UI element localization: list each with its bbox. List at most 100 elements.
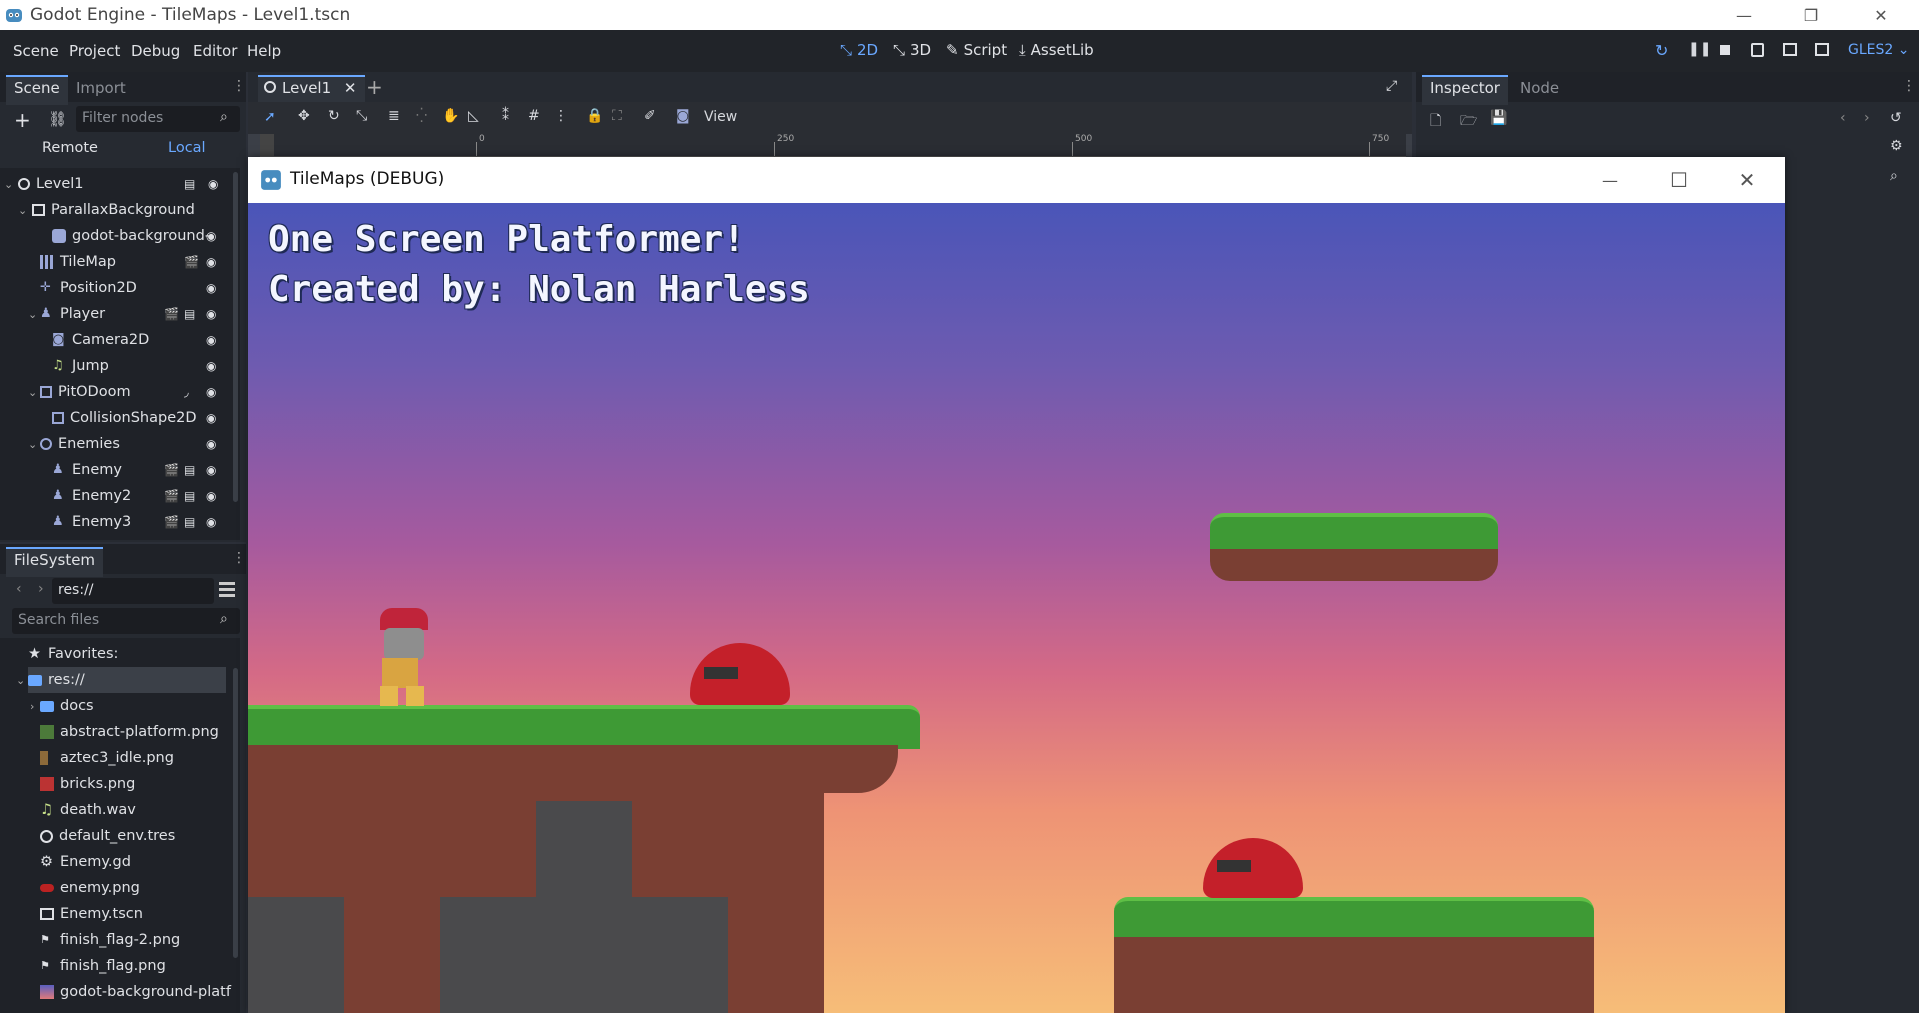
clapper-icon[interactable]: 🎬 bbox=[184, 255, 199, 269]
file-row-abstract-platform[interactable]: abstract-platform.png bbox=[40, 719, 250, 745]
close-window-button[interactable]: ✕ bbox=[1858, 0, 1904, 30]
history-icon[interactable]: ↺ bbox=[1890, 110, 1902, 126]
file-row-enemy-gd[interactable]: ⚙ Enemy.gd bbox=[40, 849, 250, 875]
menu-editor[interactable]: Editor bbox=[193, 42, 237, 60]
play-scene-icon[interactable] bbox=[1751, 43, 1764, 57]
search-icon[interactable]: ⌕ bbox=[1890, 168, 1898, 184]
path-field[interactable]: res:// bbox=[52, 578, 214, 604]
add-tab-icon[interactable]: + bbox=[366, 75, 383, 99]
select-tool-icon[interactable]: ➚ bbox=[264, 109, 276, 125]
pan-tool-icon[interactable]: ✋ bbox=[442, 108, 459, 124]
eye-icon[interactable]: ◉ bbox=[206, 437, 216, 451]
script-attached-icon[interactable]: ▤ bbox=[184, 489, 195, 503]
eye-icon[interactable]: ◉ bbox=[206, 489, 216, 503]
lock-icon[interactable]: 🔒 bbox=[586, 108, 603, 124]
tab-scene[interactable]: Scene bbox=[6, 75, 68, 105]
scene-tree-scrollbar[interactable] bbox=[233, 172, 238, 502]
file-row-enemy-tscn[interactable]: Enemy.tscn bbox=[40, 901, 250, 927]
menu-debug[interactable]: Debug bbox=[131, 42, 180, 60]
back-icon[interactable]: ‹ bbox=[1840, 110, 1846, 126]
bone-icon[interactable]: ✐ bbox=[644, 108, 656, 124]
file-tree-scrollbar[interactable] bbox=[233, 668, 238, 958]
ruler-tool-icon[interactable]: ◺ bbox=[468, 108, 479, 124]
file-row-death-wav[interactable]: ♫ death.wav bbox=[40, 797, 250, 823]
script-attached-icon[interactable]: ▤ bbox=[184, 307, 195, 321]
eye-icon[interactable]: ◉ bbox=[206, 385, 216, 399]
chevron-right-icon[interactable]: › bbox=[30, 700, 34, 713]
file-row-bricks[interactable]: bricks.png bbox=[40, 771, 250, 797]
dock-menu-icon[interactable]: ⋮ bbox=[232, 78, 246, 94]
game-canvas[interactable]: One Screen Platformer! Created by: Nolan… bbox=[248, 203, 1785, 1013]
tab-import[interactable]: Import bbox=[68, 77, 134, 99]
file-row-finish-flag-2[interactable]: ⚑ finish_flag-2.png bbox=[40, 927, 250, 953]
group-icon[interactable]: ⛶ bbox=[612, 108, 622, 124]
add-node-icon[interactable]: + bbox=[14, 108, 31, 132]
clapper-icon[interactable]: 🎬 bbox=[164, 463, 179, 477]
scale-tool-icon[interactable]: ⤡ bbox=[356, 108, 367, 124]
search-files-input[interactable]: Search files ⌕ bbox=[12, 608, 240, 634]
link-icon[interactable]: ⛓ bbox=[48, 110, 67, 128]
pivot-tool-icon[interactable]: ⁛ bbox=[416, 108, 427, 124]
menu-project[interactable]: Project bbox=[69, 42, 120, 60]
grid-snap-icon[interactable]: # bbox=[528, 108, 540, 124]
tab-level1[interactable]: Level1 ✕ bbox=[258, 75, 365, 105]
more-options-icon[interactable]: ⋮ bbox=[554, 108, 568, 124]
close-tab-icon[interactable]: ✕ bbox=[344, 79, 357, 97]
restore-button[interactable]: ❐ bbox=[1788, 0, 1834, 30]
chevron-down-icon[interactable]: ⌄ bbox=[16, 674, 25, 687]
new-resource-icon[interactable]: 🗋 bbox=[1430, 110, 1441, 134]
debug-minimize-button[interactable]: — bbox=[1587, 165, 1633, 195]
file-row-aztec3-idle[interactable]: aztec3_idle.png bbox=[40, 745, 250, 771]
file-row-default-env[interactable]: default_env.tres bbox=[40, 823, 250, 849]
camera-override-icon[interactable]: ◙ bbox=[676, 108, 690, 124]
smart-snap-icon[interactable]: ⁑ bbox=[502, 108, 509, 124]
eye-icon[interactable]: ◉ bbox=[206, 411, 216, 425]
eye-icon[interactable]: ◉ bbox=[206, 359, 216, 373]
minimize-button[interactable]: — bbox=[1721, 0, 1767, 30]
workspace-script-button[interactable]: ✎ Script bbox=[946, 41, 1007, 59]
local-button[interactable]: Local bbox=[168, 140, 206, 156]
open-folder-icon[interactable]: 🗁 bbox=[1460, 110, 1477, 134]
menu-help[interactable]: Help bbox=[247, 42, 281, 60]
movie-icon[interactable] bbox=[1815, 43, 1829, 56]
workspace-2d-button[interactable]: ⤡ 2D bbox=[840, 41, 878, 59]
eye-icon[interactable]: ◉ bbox=[206, 333, 216, 347]
rotate-tool-icon[interactable]: ↻ bbox=[328, 108, 340, 124]
file-row-enemy-png[interactable]: enemy.png bbox=[40, 875, 250, 901]
tab-node[interactable]: Node bbox=[1512, 77, 1567, 99]
move-tool-icon[interactable]: ✥ bbox=[298, 108, 310, 124]
favorites-row[interactable]: ★ Favorites: bbox=[28, 641, 238, 667]
remote-button[interactable]: Remote bbox=[42, 140, 98, 156]
file-row-finish-flag[interactable]: ⚑ finish_flag.png bbox=[40, 953, 250, 979]
workspace-3d-button[interactable]: ⤡ 3D bbox=[893, 41, 931, 59]
play-custom-icon[interactable] bbox=[1783, 43, 1797, 56]
chevron-down-icon[interactable]: ⌄ bbox=[18, 204, 27, 217]
tree-node-level1[interactable]: ⌄ Level1 ▤ ◉ bbox=[4, 171, 248, 197]
list-select-icon[interactable]: ≣ bbox=[388, 108, 400, 124]
menu-scene[interactable]: Scene bbox=[13, 42, 59, 60]
debug-close-button[interactable]: ✕ bbox=[1724, 165, 1770, 195]
tree-node-parallax-background[interactable]: ⌄ ParallaxBackground bbox=[18, 197, 262, 223]
script-attached-icon[interactable]: ▤ bbox=[184, 463, 195, 477]
eye-icon[interactable]: ◉ bbox=[206, 515, 216, 529]
tab-inspector[interactable]: Inspector bbox=[1422, 75, 1508, 105]
workspace-assetlib-button[interactable]: ⤓ AssetLib bbox=[1019, 41, 1094, 59]
view-mode-icon[interactable] bbox=[219, 582, 235, 598]
distraction-free-icon[interactable]: ⤢ bbox=[1386, 78, 1397, 94]
tab-filesystem[interactable]: FileSystem bbox=[6, 547, 104, 577]
reload-icon[interactable]: ↻ bbox=[1655, 41, 1668, 60]
filter-nodes-input[interactable]: Filter nodes ⌕ bbox=[76, 106, 240, 132]
pause-icon[interactable]: ❚❚ bbox=[1688, 41, 1711, 57]
script-attached-icon[interactable]: ▤ bbox=[184, 515, 195, 529]
eye-icon[interactable]: ◉ bbox=[206, 463, 216, 477]
back-icon[interactable]: ‹ bbox=[16, 581, 22, 597]
forward-icon[interactable]: › bbox=[1864, 110, 1870, 126]
signal-icon[interactable]: ◞ bbox=[184, 385, 189, 399]
chevron-down-icon[interactable]: ⌄ bbox=[28, 438, 37, 451]
dock-menu-icon[interactable]: ⋮ bbox=[232, 550, 246, 566]
chevron-down-icon[interactable]: ⌄ bbox=[4, 178, 13, 191]
script-attached-icon[interactable]: ▤ bbox=[184, 177, 195, 191]
eye-icon[interactable]: ◉ bbox=[206, 229, 216, 243]
view-menu[interactable]: View bbox=[704, 109, 737, 125]
save-icon[interactable]: 💾 bbox=[1490, 110, 1507, 126]
